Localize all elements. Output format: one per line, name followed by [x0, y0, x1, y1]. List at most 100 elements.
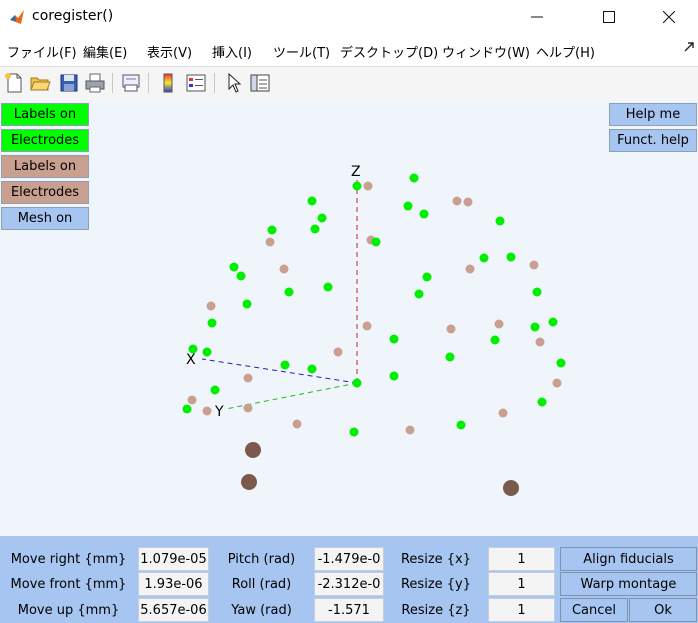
pitch-input[interactable]: -1.479e-0 [314, 547, 384, 571]
subject-electrode[interactable] [307, 364, 317, 374]
subject-electrode[interactable] [490, 335, 500, 345]
template-electrode[interactable] [362, 321, 372, 331]
subject-electrode[interactable] [310, 224, 320, 234]
help-me-button[interactable]: Help me [609, 103, 697, 126]
minimize-button[interactable] [514, 0, 560, 34]
subject-electrode[interactable] [479, 253, 489, 263]
template-electrode[interactable] [243, 373, 253, 383]
print-icon[interactable] [84, 72, 106, 94]
subject-electrode[interactable] [207, 318, 217, 328]
subject-electrode[interactable] [530, 322, 540, 332]
new-file-icon[interactable] [3, 72, 25, 94]
subject-electrode[interactable] [280, 360, 290, 370]
property-editor-icon[interactable] [249, 72, 271, 94]
subject-electrode[interactable] [210, 385, 220, 395]
template-electrode[interactable] [363, 181, 373, 191]
resize-z-input[interactable]: 1 [488, 598, 555, 622]
subject-electrode[interactable] [349, 427, 359, 437]
subject-electrode[interactable] [236, 271, 246, 281]
template-electrode[interactable] [405, 425, 415, 435]
subject-electrode[interactable] [317, 213, 327, 223]
menu-insert[interactable]: 挿入(I) [212, 42, 252, 61]
menu-desktop[interactable]: デスクトップ(D) [340, 42, 438, 61]
template-electrode[interactable] [265, 237, 275, 247]
print-preview-icon[interactable] [120, 72, 142, 94]
move-front-input[interactable]: 1.93e-06 [138, 572, 209, 596]
resize-x-input[interactable]: 1 [488, 547, 555, 571]
menu-window[interactable]: ウィンドウ(W) [442, 42, 530, 61]
template-electrode[interactable] [529, 260, 539, 270]
template-electrode[interactable] [243, 403, 253, 413]
open-folder-icon[interactable] [29, 72, 51, 94]
subject-electrode[interactable] [403, 201, 413, 211]
subject-electrode[interactable] [352, 378, 362, 388]
template-electrode[interactable] [279, 264, 289, 274]
menu-view[interactable]: 表示(V) [147, 42, 192, 61]
electrodes-green-button[interactable]: Electrodes [1, 129, 89, 152]
warp-montage-button[interactable]: Warp montage [560, 572, 697, 596]
subject-electrode[interactable] [506, 252, 516, 262]
legend-icon[interactable] [185, 72, 207, 94]
subject-electrode[interactable] [548, 317, 558, 327]
template-electrode[interactable] [187, 395, 197, 405]
subject-electrode[interactable] [352, 181, 362, 191]
electrodes-tan-button[interactable]: Electrodes [1, 181, 89, 204]
template-electrode[interactable] [292, 419, 302, 429]
menu-edit[interactable]: 編集(E) [83, 42, 127, 61]
move-up-input[interactable]: 5.657e-06 [138, 598, 209, 622]
move-right-input[interactable]: 1.079e-05 [138, 547, 209, 571]
menu-file[interactable]: ファイル(F) [7, 42, 77, 61]
subject-electrode[interactable] [267, 225, 277, 235]
align-fiducials-button[interactable]: Align fiducials [560, 547, 697, 571]
fiducial-marker[interactable] [503, 480, 519, 496]
yaw-input[interactable]: -1.571 [314, 598, 384, 622]
subject-electrode[interactable] [445, 352, 455, 362]
subject-electrode[interactable] [556, 358, 566, 368]
subject-electrode[interactable] [456, 420, 466, 430]
subject-electrode[interactable] [188, 344, 198, 354]
ok-button[interactable]: Ok [629, 598, 697, 622]
labels-on-green-button[interactable]: Labels on [1, 103, 89, 126]
fiducial-marker[interactable] [245, 442, 261, 458]
resize-y-input[interactable]: 1 [488, 572, 555, 596]
menu-tools[interactable]: ツール(T) [273, 42, 330, 61]
subject-electrode[interactable] [495, 216, 505, 226]
maximize-button[interactable] [586, 0, 632, 34]
subject-electrode[interactable] [422, 272, 432, 282]
dock-arrow-icon[interactable] [684, 42, 694, 52]
roll-input[interactable]: -2.312e-0 [314, 572, 384, 596]
subject-electrode[interactable] [409, 173, 419, 183]
subject-electrode[interactable] [389, 334, 399, 344]
template-electrode[interactable] [552, 378, 562, 388]
close-button[interactable] [646, 0, 692, 34]
subject-electrode[interactable] [229, 262, 239, 272]
template-electrode[interactable] [452, 196, 462, 206]
subject-electrode[interactable] [532, 287, 542, 297]
template-electrode[interactable] [333, 347, 343, 357]
subject-electrode[interactable] [284, 287, 294, 297]
subject-electrode[interactable] [182, 404, 192, 414]
template-electrode[interactable] [463, 197, 473, 207]
subject-electrode[interactable] [414, 289, 424, 299]
subject-electrode[interactable] [307, 196, 317, 206]
subject-electrode[interactable] [371, 237, 381, 247]
template-electrode[interactable] [465, 264, 475, 274]
subject-electrode[interactable] [323, 282, 333, 292]
electrode-plot[interactable]: Z X Y [0, 100, 698, 536]
template-electrode[interactable] [446, 324, 456, 334]
subject-electrode[interactable] [202, 347, 212, 357]
template-electrode[interactable] [535, 337, 545, 347]
colorbar-icon[interactable] [157, 72, 179, 94]
subject-electrode[interactable] [242, 299, 252, 309]
save-icon[interactable] [58, 72, 80, 94]
subject-electrode[interactable] [389, 371, 399, 381]
subject-electrode[interactable] [419, 209, 429, 219]
mesh-on-button[interactable]: Mesh on [1, 207, 89, 230]
template-electrode[interactable] [206, 301, 216, 311]
subject-electrode[interactable] [537, 397, 547, 407]
template-electrode[interactable] [498, 408, 508, 418]
template-electrode[interactable] [202, 406, 212, 416]
pointer-icon[interactable] [223, 72, 245, 94]
cancel-button[interactable]: Cancel [560, 598, 628, 622]
labels-on-tan-button[interactable]: Labels on [1, 155, 89, 178]
